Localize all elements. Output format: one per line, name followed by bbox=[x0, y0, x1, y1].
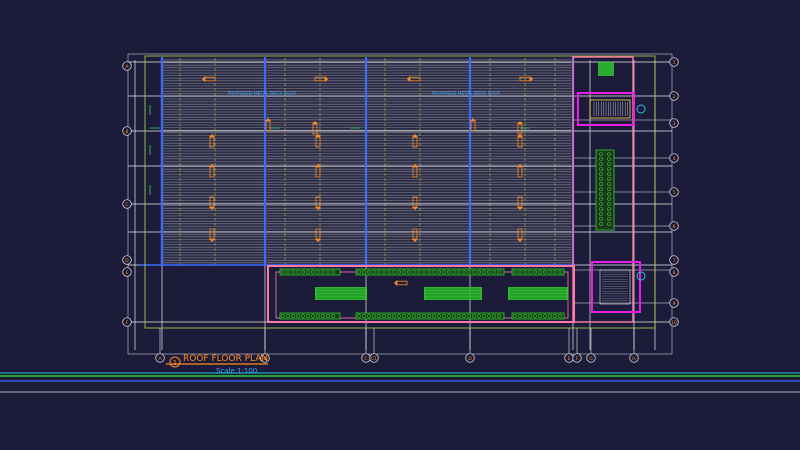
grid-bubble-left: F bbox=[122, 317, 132, 327]
grid-bubble-bottom: A bbox=[155, 353, 165, 363]
grid-bubble-left: C bbox=[122, 199, 132, 209]
annex-planter bbox=[595, 149, 615, 231]
planter-strip bbox=[355, 312, 505, 320]
planter-strip bbox=[511, 268, 565, 276]
planter-strip bbox=[279, 312, 341, 320]
grid-bubble-left: A bbox=[122, 61, 132, 71]
roof-floor-plan-drawing[interactable]: ABCDEF12345678910A B C C1 D E F G H PROPOSED MET… bbox=[0, 0, 800, 450]
grid-bubble-bottom: C1 bbox=[369, 353, 379, 363]
roof-drain bbox=[636, 104, 646, 114]
drawing-scale: Scale 1:100 bbox=[216, 367, 257, 375]
cad-drawing-canvas[interactable]: A B C D E F 1 2 3 4 5 6 7 8 9 10 A B C C1 D E F G H PROPOSED MET… bbox=[0, 0, 800, 450]
grid-bubble-label: 10 bbox=[671, 320, 677, 326]
drawing-title-block: 1 ROOF FLOOR PLAN Scale 1:100 bbox=[166, 354, 268, 375]
grid-bubble-left: E bbox=[122, 267, 132, 277]
lift-shaft bbox=[599, 269, 631, 305]
planter-strip bbox=[511, 312, 565, 320]
grid-bubble-bottom: F bbox=[572, 353, 582, 363]
grid-bubble-bottom: D bbox=[465, 353, 475, 363]
roof-note-left: PROPOSED METAL DECK ROOF bbox=[227, 91, 296, 97]
grid-bubble-right: 3 bbox=[669, 118, 679, 128]
grid-bubble-label: C bbox=[125, 202, 128, 208]
grid-bubble-right: 8 bbox=[669, 267, 679, 277]
grid-bubble-left: B bbox=[122, 126, 132, 136]
grid-bubble-label: E bbox=[568, 356, 571, 362]
grid-bubble-bottom: G bbox=[586, 353, 596, 363]
grid-bubble-right: 2 bbox=[669, 91, 679, 101]
grid-bubble-left: D bbox=[122, 255, 132, 265]
grid-bubble-label: B bbox=[125, 129, 128, 135]
drawing-title: ROOF FLOOR PLAN bbox=[183, 354, 268, 364]
grid-bubble-right: 5 bbox=[669, 187, 679, 197]
stair-flight bbox=[589, 99, 631, 119]
grid-bubble-label: 3 bbox=[673, 121, 676, 127]
grid-bubble-label: C bbox=[364, 356, 367, 362]
grid-bubble-label: C1 bbox=[371, 356, 377, 362]
grid-bubble-label: F bbox=[126, 320, 129, 326]
grid-bubble-right: 6 bbox=[669, 221, 679, 231]
grid-bubble-bottom: H bbox=[629, 353, 639, 363]
grid-bubble-right: 10 bbox=[669, 317, 679, 327]
grid-bubble-label: G bbox=[589, 356, 593, 362]
grid-bubble-label: D bbox=[468, 356, 472, 362]
drain-arrow-body bbox=[396, 280, 408, 286]
grid-bubble-label: F bbox=[576, 356, 579, 362]
annex-planter-top bbox=[598, 62, 614, 76]
planter-strip bbox=[355, 268, 505, 276]
grid-bubble-label: 7 bbox=[673, 258, 676, 264]
grid-bubble-right: 7 bbox=[669, 255, 679, 265]
grid-bubble-label: 8 bbox=[673, 270, 676, 276]
drain-arrow bbox=[394, 280, 408, 286]
grid-bubble-label: 1 bbox=[673, 60, 676, 66]
grid-bubble-right: 1 bbox=[669, 57, 679, 67]
planter-strip bbox=[279, 268, 341, 276]
title-number: 1 bbox=[173, 359, 177, 367]
drain-arrow-head bbox=[394, 280, 397, 286]
grid-bubble-right: 4 bbox=[669, 153, 679, 163]
grid-bubble-label: 6 bbox=[673, 224, 676, 230]
grid-bubble-bottom: C bbox=[361, 353, 371, 363]
grid-bubble-label: H bbox=[632, 356, 635, 362]
grid-bubble-label: D bbox=[125, 258, 129, 264]
grid-bubble-right: 9 bbox=[669, 298, 679, 308]
roof-note-right: PROPOSED METAL DECK ROOF bbox=[431, 91, 500, 97]
grid-bubble-label: 9 bbox=[673, 301, 676, 307]
grid-bubble-label: 2 bbox=[673, 94, 676, 100]
sheet-border-lines bbox=[0, 372, 800, 393]
grid-bubble-label: 4 bbox=[673, 156, 676, 162]
grid-bubble-label: E bbox=[126, 270, 129, 276]
grid-bubble-bottom: E bbox=[564, 353, 574, 363]
grid-bubble-label: 5 bbox=[673, 190, 676, 196]
